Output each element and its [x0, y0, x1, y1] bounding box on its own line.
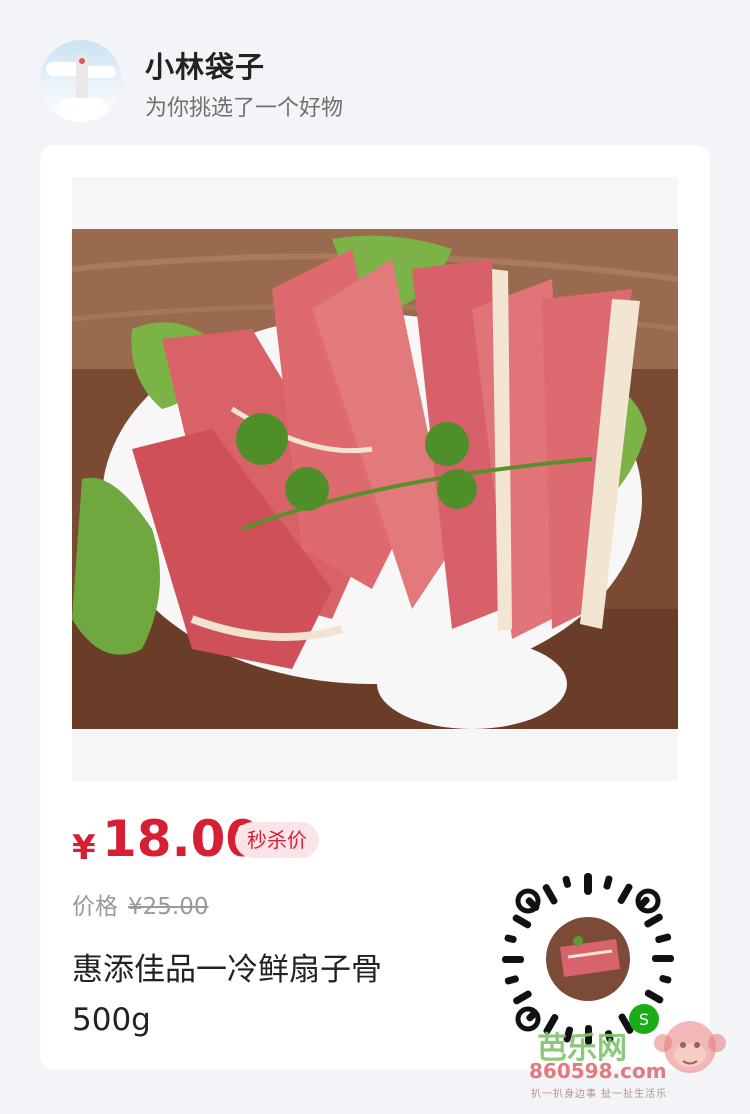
avatar-cloud [84, 66, 116, 78]
original-price: ¥25.00 [128, 894, 209, 920]
monkey-logo-icon [654, 1021, 726, 1073]
avatar-cloud [58, 98, 108, 122]
flash-sale-badge: 秒杀价 [235, 822, 319, 858]
currency-symbol: ¥ [72, 828, 96, 868]
avatar[interactable] [40, 40, 122, 122]
username: 小林袋子 [145, 50, 266, 84]
avatar-rocket-icon [76, 54, 88, 98]
original-price-label: 价格 [72, 894, 118, 920]
original-price-row: 价格 ¥25.00 [72, 887, 208, 921]
meat-product-photo [72, 229, 678, 729]
product-card[interactable]: ¥ 18.00 秒杀价 价格 ¥25.00 惠添佳品一冷鲜扇子骨 500g S [40, 145, 710, 1070]
product-image-frame[interactable] [72, 177, 678, 781]
site-watermark: 芭乐网 860598.com 扒一扒身边事 扯一扯生活乐 [505, 1005, 745, 1110]
share-subtitle: 为你挑选了一个好物 [145, 96, 344, 121]
product-title[interactable]: 惠添佳品一冷鲜扇子骨 500g [72, 945, 462, 1045]
